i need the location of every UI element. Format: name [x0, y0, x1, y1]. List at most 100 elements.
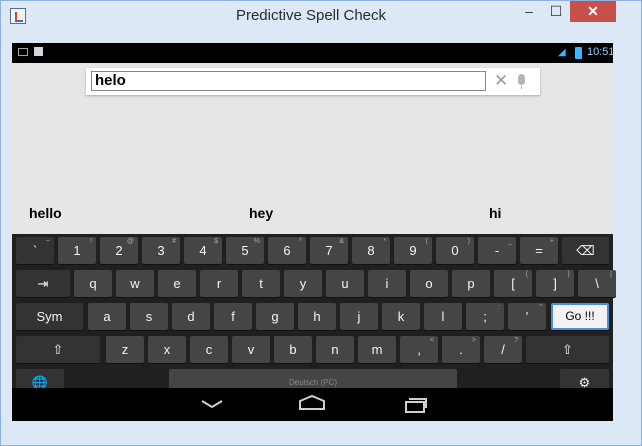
key-3-row1[interactable]: 3 # — [142, 237, 180, 264]
key-0-row2-label: q — [89, 276, 97, 291]
key-9-row1[interactable]: 9( — [394, 237, 432, 264]
key-8-row1-hint: * — [383, 238, 386, 245]
key-1-row1[interactable]: 1! — [58, 237, 96, 264]
back-icon[interactable] — [200, 397, 224, 411]
sym-key[interactable]: Sym — [16, 303, 83, 330]
key-11-row2[interactable]: ]} — [536, 270, 574, 297]
key-5-row1[interactable]: 5% — [226, 237, 264, 264]
recent-apps-icon[interactable] — [404, 396, 428, 414]
key-0-row4[interactable]: z — [106, 336, 144, 363]
key-2-row3-label: d — [187, 309, 195, 324]
key-0-row3[interactable]: a — [88, 303, 126, 330]
suggestion-2[interactable]: hey — [249, 205, 273, 221]
key-4-row4[interactable]: b — [274, 336, 312, 363]
key-2-row4[interactable]: c — [190, 336, 228, 363]
key-9-row1-hint: ( — [425, 238, 428, 245]
key-8-row2-label: o — [425, 276, 433, 291]
key-8-row3[interactable]: l — [424, 303, 462, 330]
search-input[interactable]: helo — [91, 71, 486, 91]
home-icon[interactable] — [298, 395, 326, 411]
key-8-row1[interactable]: 8 * — [352, 237, 390, 264]
key-4-row3-label: g — [271, 309, 279, 324]
sym-key-label: Sym — [36, 309, 63, 324]
key-7-row3[interactable]: k — [382, 303, 420, 330]
key-6-row1-hint: ^ — [298, 238, 302, 245]
key-5-row3-label: h — [313, 309, 321, 324]
key-2-row1-hint: @ — [126, 238, 134, 245]
key-7-row4-label: , — [417, 342, 421, 357]
key-3-row2-label: r — [216, 276, 222, 291]
key-6-row4[interactable]: m — [358, 336, 396, 363]
key-10-row1-label: 0 — [451, 243, 459, 258]
space-key-label: Deutsch (PC) — [288, 378, 337, 387]
key-9-row3[interactable]: ;: — [466, 303, 504, 330]
shift-left-key[interactable]: ⇧ — [16, 336, 100, 363]
minimize-button[interactable]: – — [516, 1, 542, 22]
key-4-row1[interactable]: 4 $ — [184, 237, 222, 264]
key-7-row2[interactable]: i — [368, 270, 406, 297]
key-10-row3-hint: " — [539, 304, 543, 311]
key-7-row1[interactable]: 7 & — [310, 237, 348, 264]
key-0-row1[interactable]: ` ~ — [16, 237, 54, 264]
key-3-row4[interactable]: v — [232, 336, 270, 363]
clear-icon[interactable]: ✕ — [494, 71, 508, 91]
key-10-row2[interactable]: [{ — [494, 270, 532, 297]
key-12-row1-hint: + — [549, 238, 554, 245]
key-1-row3[interactable]: s — [130, 303, 168, 330]
key-11-row1[interactable]: - _ — [478, 237, 516, 264]
key-4-row3[interactable]: g — [256, 303, 294, 330]
key-2-row3[interactable]: d — [172, 303, 210, 330]
key-4-row4-label: b — [289, 342, 297, 357]
status-bar: ◢ 10:51 — [12, 43, 615, 63]
key-9-row2[interactable]: p — [452, 270, 490, 297]
key-5-row3[interactable]: h — [298, 303, 336, 330]
key-8-row4[interactable]: . > — [442, 336, 480, 363]
key-6-row3[interactable]: j — [340, 303, 378, 330]
key-5-row2[interactable]: y — [284, 270, 322, 297]
key-6-row1[interactable]: 6 ^ — [268, 237, 306, 264]
go-key[interactable]: Go !!! — [551, 303, 609, 330]
tab-key[interactable]: ⇥ — [16, 270, 70, 297]
clock: 10:51 — [587, 46, 615, 58]
key-2-row1[interactable]: 2 @ — [100, 237, 138, 264]
key-9-row2-label: p — [467, 276, 475, 291]
key-10-row1[interactable]: 0) — [436, 237, 474, 264]
key-6-row4-label: m — [371, 342, 383, 357]
suggestion-1[interactable]: hello — [29, 205, 62, 221]
go-key-label: Go !!! — [565, 309, 595, 323]
maximize-button[interactable]: ☐ — [543, 1, 569, 22]
key-4-row2[interactable]: t — [242, 270, 280, 297]
key-2-row2[interactable]: e — [158, 270, 196, 297]
shift-right-key[interactable]: ⇧ — [526, 336, 609, 363]
key-10-row1-hint: ) — [467, 238, 470, 245]
key-6-row1-label: 6 — [283, 243, 291, 258]
close-button[interactable]: ✕ — [570, 1, 616, 22]
key-7-row4[interactable]: , < — [400, 336, 438, 363]
key-1-row4[interactable]: x — [148, 336, 186, 363]
key-9-row1-label: 9 — [409, 243, 417, 258]
key-8-row2[interactable]: o — [410, 270, 448, 297]
key-12-row1[interactable]: = + — [520, 237, 558, 264]
key-10-row3[interactable]: ' " — [508, 303, 546, 330]
key-0-row2[interactable]: q — [74, 270, 112, 297]
key-3-row3[interactable]: f — [214, 303, 252, 330]
delete-key[interactable]: ⌫ — [562, 237, 609, 264]
key-1-row2[interactable]: w — [116, 270, 154, 297]
app-window: Predictive Spell Check – ☐ ✕ ◢ 10:51 hel… — [0, 0, 642, 446]
microphone-icon[interactable] — [518, 74, 525, 89]
key-12-row2[interactable]: \ | — [578, 270, 616, 297]
title-bar: Predictive Spell Check – ☐ ✕ — [1, 1, 641, 31]
key-5-row4[interactable]: n — [316, 336, 354, 363]
key-8-row4-label: . — [459, 342, 463, 357]
key-9-row4[interactable]: /? — [484, 336, 522, 363]
key-6-row2[interactable]: u — [326, 270, 364, 297]
key-9-row3-hint: : — [498, 304, 500, 311]
key-5-row1-hint: % — [253, 238, 260, 245]
key-2-row1-label: 2 — [115, 243, 123, 258]
on-screen-keyboard: ` ~1! 2 @3 #4 $5% 6 ^ 7 & 8 * 9(0) - _ = + ⌫ ⇥ q w e r t y u i o p[{… — [12, 234, 616, 396]
key-9-row4-label: / — [501, 342, 505, 357]
suggestion-3[interactable]: hi — [489, 205, 501, 221]
key-3-row2[interactable]: r — [200, 270, 238, 297]
key-4-row1-label: 4 — [199, 243, 207, 258]
key-5-row4-label: n — [331, 342, 339, 357]
